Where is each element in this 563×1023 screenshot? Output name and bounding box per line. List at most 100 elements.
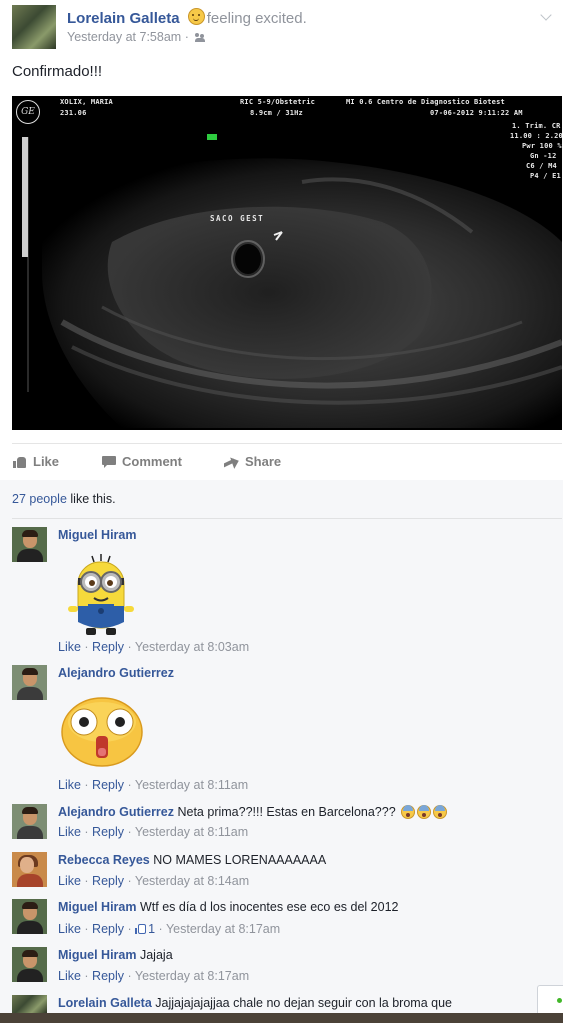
comment-line: Miguel Hiram Jajaja — [58, 948, 173, 962]
comment-time[interactable]: Yesterday at 8:17am — [166, 922, 280, 936]
scan-probe: RIC 5-9/Obstetric — [240, 98, 316, 106]
post-options-chevron-icon[interactable] — [540, 9, 552, 21]
commenter-avatar[interactable] — [12, 995, 47, 1013]
comment-button[interactable]: Comment — [102, 454, 182, 469]
comment-label: Comment — [122, 454, 182, 469]
post-timestamp[interactable]: Yesterday at 7:58am — [67, 30, 181, 44]
comment-time[interactable]: Yesterday at 8:11am — [135, 778, 248, 792]
comment-reply-link[interactable]: Reply — [92, 922, 124, 936]
divider — [12, 518, 562, 519]
comment-text: Jajaja — [139, 948, 173, 962]
scan-clinic: MI 0.6 Centro de Diagnostico Biotest — [346, 98, 505, 106]
post-photo[interactable]: GE XOLIX, MARIA 231.06 RIC 5-9/Obstetric… — [12, 96, 562, 430]
comment-reply-link[interactable]: Reply — [92, 825, 124, 839]
share-icon — [224, 456, 239, 468]
commenter-name[interactable]: Rebecca Reyes — [58, 853, 150, 867]
comment-time[interactable]: Yesterday at 8:11am — [135, 825, 248, 839]
commenter-avatar[interactable] — [12, 527, 47, 562]
comment-time[interactable]: Yesterday at 8:03am — [135, 640, 249, 654]
excited-emoji-icon — [187, 8, 205, 25]
friends-icon[interactable] — [195, 33, 206, 42]
comment-like-link[interactable]: Like — [58, 874, 81, 888]
commenter-avatar[interactable] — [12, 665, 47, 700]
commenter-name[interactable]: Miguel Hiram — [58, 948, 137, 962]
like-count-icon — [135, 924, 147, 934]
online-status-icon — [557, 998, 562, 1003]
comment-like-count[interactable]: 1 — [148, 922, 155, 936]
feeling-text: feeling excited. — [206, 10, 307, 27]
comment-like-link[interactable]: Like — [58, 778, 81, 792]
comment-text: Neta prima??!!! Estas en Barcelona??? — [177, 805, 396, 819]
comment-line: Alejandro Gutierrez Neta prima??!!! Esta… — [58, 805, 448, 819]
comment-line: Rebecca Reyes NO MAMES LORENAAAAAAA — [58, 853, 326, 867]
scan-side-4: Gn -12 — [530, 152, 557, 160]
comment-meta: Like · Reply · Yesterday at 8:03am — [58, 640, 250, 654]
comment-line: Miguel Hiram — [58, 528, 137, 542]
comment-line: Alejandro Gutierrez — [58, 666, 174, 680]
share-label: Share — [245, 454, 282, 469]
likes-count-link[interactable]: 27 people — [12, 492, 67, 506]
thumbs-up-icon — [13, 456, 27, 468]
scan-date: 07-06-2012 9:11:22 AM — [430, 109, 523, 117]
comment-reply-link[interactable]: Reply — [92, 969, 124, 983]
minion-sticker — [64, 554, 138, 643]
commenter-avatar[interactable] — [12, 947, 47, 982]
commenter-name[interactable]: Miguel Hiram — [58, 900, 137, 914]
comment-reply-link[interactable]: Reply — [92, 640, 124, 654]
likes-suffix: like this. — [66, 492, 116, 506]
comment-text: Jajjajajajajjaa chale no dejan seguir co… — [155, 996, 452, 1010]
scan-id: 231.06 — [60, 109, 87, 117]
author-line: Lorelain Galleta feeling excited. — [67, 8, 307, 27]
comment-reply-link[interactable]: Reply — [92, 778, 124, 792]
commenter-name[interactable]: Lorelain Galleta — [58, 996, 152, 1010]
like-button[interactable]: Like — [13, 454, 59, 469]
comment-time[interactable]: Yesterday at 8:14am — [135, 874, 249, 888]
commenter-avatar[interactable] — [12, 899, 47, 934]
commenter-avatar[interactable] — [12, 804, 47, 839]
meta-separator: · — [184, 30, 189, 44]
commenter-name[interactable]: Alejandro Gutierrez — [58, 805, 174, 819]
ge-logo: GE — [16, 100, 40, 124]
scan-side-5: C6 / M4 — [526, 162, 557, 170]
comment-like-link[interactable]: Like — [58, 640, 81, 654]
post-text: Confirmado!!! — [12, 63, 103, 80]
comment-meta: Like · Reply · Yesterday at 8:11am — [58, 778, 249, 792]
scared-emoji-icon — [401, 805, 416, 819]
ultrasound-scan — [12, 96, 562, 428]
scan-side-6: P4 / E1 — [530, 172, 561, 180]
scan-side-2: 11.00 : 2.20 — [510, 132, 562, 140]
comment-icon — [102, 456, 116, 468]
shocked-face-sticker — [60, 692, 144, 773]
post-meta: Yesterday at 7:58am · — [67, 30, 206, 44]
comment-text: NO MAMES LORENAAAAAAA — [153, 853, 327, 867]
comment-text: Wtf es día d los inocentes ese eco es de… — [139, 900, 399, 914]
comment-meta: Like · Reply · Yesterday at 8:14am — [58, 874, 250, 888]
comment-line: Lorelain Galleta Jajjajajajajjaa chale n… — [58, 996, 452, 1010]
comment-meta: Like · Reply · Yesterday at 8:11am — [58, 825, 249, 839]
scan-side-3: Pwr 100 % — [522, 142, 562, 150]
comment-item: Lorelain Galleta Jajjajajajajjaa chale n… — [12, 995, 552, 1013]
scan-label: SACO GEST — [210, 214, 265, 223]
commenter-avatar[interactable] — [12, 852, 47, 887]
comment-like-link[interactable]: Like — [58, 969, 81, 983]
comment-meta: Like · Reply · 1 · Yesterday at 8:17am — [58, 922, 281, 936]
comment-like-link[interactable]: Like — [58, 825, 81, 839]
likes-summary: 27 people like this. — [12, 492, 116, 506]
scan-patient: XOLIX, MARIA — [60, 98, 113, 106]
author-name[interactable]: Lorelain Galleta — [67, 10, 180, 27]
scan-side-1: 1. Trim. CR — [512, 122, 561, 130]
comment-time[interactable]: Yesterday at 8:17am — [135, 969, 249, 983]
post-actions: Like Comment Share — [12, 443, 562, 481]
commenter-name[interactable]: Alejandro Gutierrez — [58, 666, 174, 680]
like-label: Like — [33, 454, 60, 469]
share-button[interactable]: Share — [224, 454, 281, 469]
bottom-bar — [0, 1013, 563, 1023]
comment-meta: Like · Reply · Yesterday at 8:17am — [58, 969, 250, 983]
author-avatar[interactable] — [12, 5, 56, 49]
comment-reply-link[interactable]: Reply — [92, 874, 124, 888]
scared-emoji-icon — [433, 805, 448, 819]
comment-like-link[interactable]: Like — [58, 922, 81, 936]
post-header: Lorelain Galleta feeling excited. Yester… — [12, 5, 552, 51]
scan-depth: 8.9cm / 31Hz — [250, 109, 303, 117]
commenter-name[interactable]: Miguel Hiram — [58, 528, 137, 542]
